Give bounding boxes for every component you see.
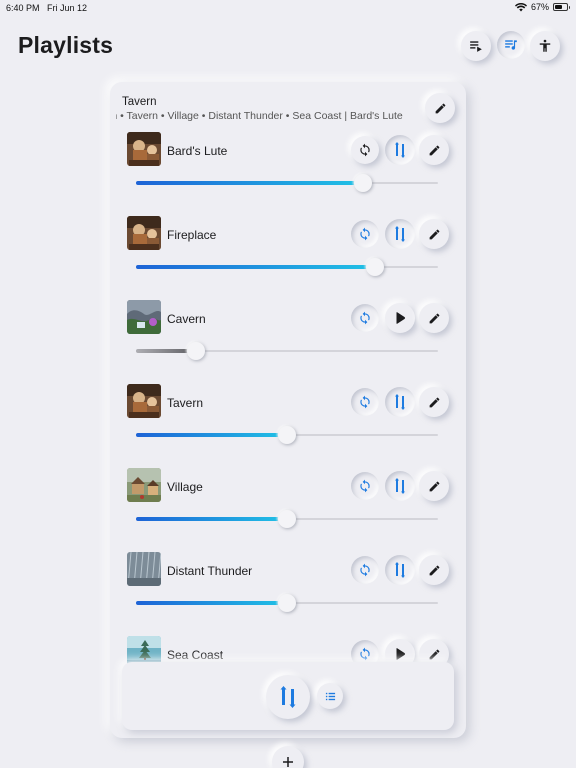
playlists-button[interactable]: [497, 31, 525, 59]
loop-button[interactable]: [351, 304, 379, 332]
track-row: Village: [110, 468, 466, 552]
pencil-icon: [428, 564, 441, 577]
loop-button[interactable]: [351, 220, 379, 248]
edit-track-button[interactable]: [419, 387, 449, 417]
volume-slider-knob[interactable]: [278, 426, 296, 444]
playlist-card: Tavern ern • Tavern • Village • Distant …: [110, 82, 466, 738]
queue-music-icon: [470, 41, 482, 52]
track-row: Fireplace: [110, 216, 466, 300]
battery-percent: 67%: [530, 2, 549, 12]
volume-slider-fill: [136, 433, 287, 437]
pencil-icon: [428, 480, 441, 493]
volume-slider-fill: [136, 601, 287, 605]
track-thumbnail: [127, 552, 161, 586]
status-date: Fri Jun 12: [47, 3, 88, 13]
add-playlist-button[interactable]: [272, 746, 304, 768]
loop-button[interactable]: [351, 388, 379, 416]
pause-icon: [280, 686, 296, 708]
play-icon: [393, 647, 407, 661]
status-bar: 6:40 PM Fri Jun 12 67%: [0, 0, 576, 16]
track-thumbnail: [127, 132, 161, 166]
playlist-title: Tavern: [122, 96, 157, 108]
volume-slider-fill: [136, 517, 287, 521]
edit-track-button[interactable]: [419, 555, 449, 585]
pause-button[interactable]: [385, 555, 415, 585]
page-title: Playlists: [18, 32, 114, 58]
loop-button[interactable]: [351, 556, 379, 584]
pause-button[interactable]: [385, 135, 415, 165]
play-icon: [393, 311, 407, 325]
status-time: 6:40 PM: [6, 3, 40, 13]
volume-slider-knob[interactable]: [187, 342, 205, 360]
edit-track-button[interactable]: [419, 135, 449, 165]
volume-slider-fill: [136, 181, 363, 185]
track-row: Cavern: [110, 300, 466, 384]
track-row: Bard's Lute: [110, 132, 466, 216]
loop-button[interactable]: [351, 472, 379, 500]
pause-icon: [395, 478, 405, 494]
accessibility-button[interactable]: [530, 31, 560, 61]
pause-button[interactable]: [385, 471, 415, 501]
volume-slider-knob[interactable]: [366, 258, 384, 276]
pause-icon: [395, 142, 405, 158]
loop-icon: [358, 479, 372, 493]
volume-slider-knob[interactable]: [278, 594, 296, 612]
track-name: Fireplace: [167, 228, 217, 242]
pause-icon: [395, 226, 405, 242]
pause-icon: [395, 562, 405, 578]
track-name: Sea Coast: [167, 648, 224, 662]
battery-icon: [553, 3, 570, 11]
track-name: Bard's Lute: [167, 144, 228, 158]
track-thumbnail: [127, 468, 161, 502]
loop-icon: [358, 311, 372, 325]
playback-panel: [122, 662, 454, 730]
track-name: Cavern: [167, 312, 206, 326]
playlist-track-list-text: ern • Tavern • Village • Distant Thunder…: [116, 110, 403, 122]
list-icon: [325, 692, 335, 700]
edit-playlist-button[interactable]: [425, 93, 455, 123]
accessibility-icon: [539, 39, 551, 52]
loop-icon: [358, 647, 372, 661]
loop-icon: [358, 227, 372, 241]
loop-button[interactable]: [351, 136, 379, 164]
edit-track-button[interactable]: [419, 219, 449, 249]
master-pause-button[interactable]: [266, 675, 310, 719]
loop-icon: [358, 143, 372, 157]
track-name: Tavern: [167, 396, 204, 410]
pencil-icon: [428, 648, 441, 661]
volume-slider-knob[interactable]: [278, 510, 296, 528]
plus-icon: [283, 757, 293, 767]
playlist-track-marquee: ern • Tavern • Village • Distant Thunder…: [116, 110, 424, 124]
wifi-icon: [514, 2, 527, 12]
pencil-icon: [428, 312, 441, 325]
track-name: Village: [167, 480, 203, 494]
pencil-icon: [428, 228, 441, 241]
track-row: Distant Thunder: [110, 552, 466, 636]
pencil-icon: [435, 103, 445, 113]
playlist-queue-button[interactable]: [317, 683, 343, 709]
track-row: Tavern: [110, 384, 466, 468]
queue-button[interactable]: [461, 31, 491, 61]
pause-icon: [395, 394, 405, 410]
track-thumbnail: [127, 300, 161, 334]
pencil-icon: [428, 144, 441, 157]
status-indicators: 67%: [514, 2, 570, 12]
pause-button[interactable]: [385, 387, 415, 417]
pause-button[interactable]: [385, 219, 415, 249]
loop-icon: [358, 395, 372, 409]
loop-icon: [358, 563, 372, 577]
volume-slider-fill: [136, 265, 375, 269]
pencil-icon: [428, 396, 441, 409]
playlist-music-icon: [505, 40, 517, 50]
volume-slider-knob[interactable]: [354, 174, 372, 192]
track-thumbnail: [127, 216, 161, 250]
play-button[interactable]: [385, 303, 415, 333]
edit-track-button[interactable]: [419, 471, 449, 501]
track-name: Distant Thunder: [167, 564, 253, 578]
edit-track-button[interactable]: [419, 303, 449, 333]
track-thumbnail: [127, 384, 161, 418]
